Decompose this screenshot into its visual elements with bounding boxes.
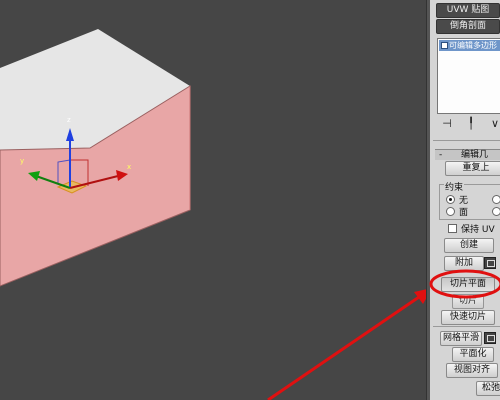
constraint-face-label: 面	[459, 208, 469, 218]
msmooth-button[interactable]: 网格平滑	[440, 331, 482, 346]
preserve-uv-label: 保持 UV	[461, 225, 495, 235]
preserve-uv-checkbox[interactable]	[448, 224, 457, 233]
slice-button[interactable]: 切片	[452, 294, 484, 309]
slice-plane-button[interactable]: 切片平面	[441, 277, 495, 292]
modifier-stack-item-editable-poly[interactable]: 可编辑多边形	[439, 40, 500, 51]
constraint-face-radio[interactable]	[446, 207, 455, 216]
uvw-map-button[interactable]: UVW 贴图	[436, 3, 500, 18]
relax-button[interactable]: 松弛	[476, 381, 500, 396]
constraints-label: 约束	[444, 180, 465, 193]
modifier-stack-item-label: 可编辑多边形	[449, 41, 497, 50]
annotation-arrow	[267, 288, 428, 400]
pin-stack-icon[interactable]: ⊣	[441, 118, 453, 130]
constraint-none-radio[interactable]	[446, 195, 455, 204]
planarize-button[interactable]: 平面化	[452, 347, 494, 362]
bevel-profile-button[interactable]: 倒角剖面	[436, 19, 500, 34]
create-button[interactable]: 创建	[444, 238, 494, 253]
modifier-stack-list[interactable]: 可编辑多边形	[437, 38, 500, 114]
edit-geometry-rollout-header[interactable]: - 编辑几	[435, 149, 500, 160]
show-end-result-icon[interactable]: ╿	[465, 118, 477, 130]
attach-button[interactable]: 附加	[444, 256, 484, 271]
make-unique-icon[interactable]: ∨	[489, 118, 500, 130]
gizmo-y-label: y	[20, 157, 24, 165]
quick-slice-button[interactable]: 快速切片	[441, 310, 495, 325]
gizmo-x-label: x	[127, 163, 131, 171]
constraint-edge-radio[interactable]	[492, 195, 500, 204]
rollout-title: 编辑几	[461, 150, 489, 160]
repeat-last-button[interactable]: 重复上	[445, 161, 500, 176]
collapse-icon: -	[439, 150, 443, 160]
gizmo-z-label: z	[67, 116, 71, 124]
constraint-normal-radio[interactable]	[492, 207, 500, 216]
msmooth-settings-icon[interactable]	[484, 332, 496, 344]
rollout-separator	[433, 326, 500, 327]
perspective-viewport[interactable]: z x y	[0, 0, 428, 400]
view-align-button[interactable]: 视图对齐	[446, 363, 498, 378]
stack-separator	[433, 140, 500, 141]
attach-settings-icon[interactable]	[484, 257, 496, 269]
modifier-toggle-icon[interactable]	[441, 42, 448, 49]
